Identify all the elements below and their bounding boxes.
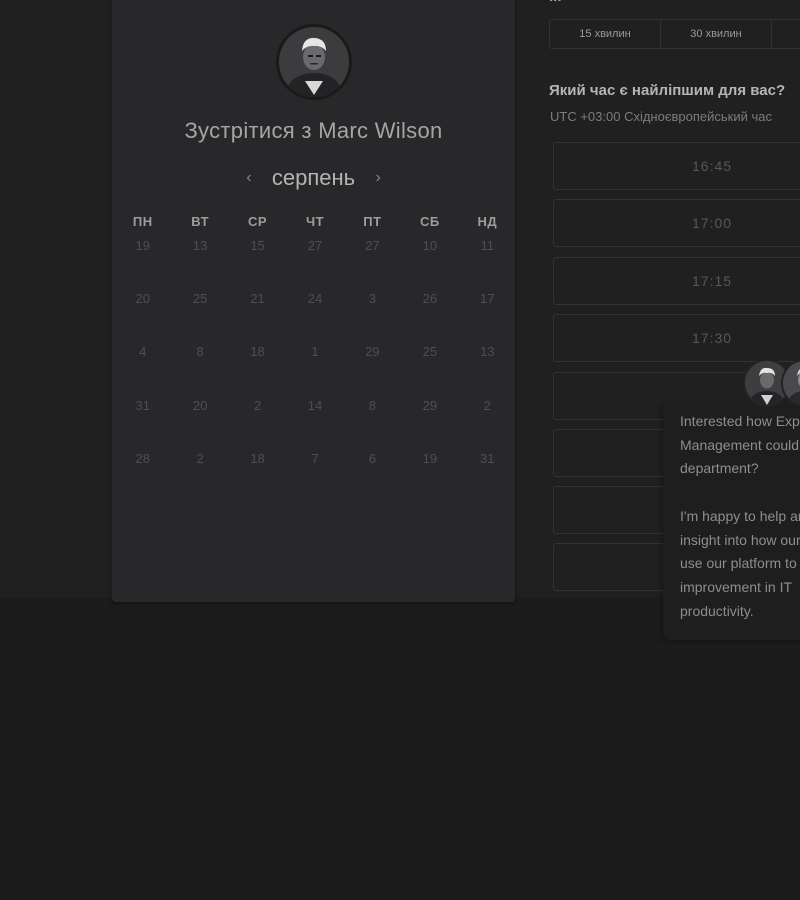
meeting-title: Зустрітися з Marc Wilson [112,118,515,144]
chat-line: department? [680,460,759,477]
calendar-day[interactable]: 6 [344,451,401,466]
timezone-label[interactable]: UTC +03:00 Східноєвропейський час [550,109,772,124]
month-label: серпень [271,165,356,190]
calendar-day[interactable]: 14 [286,398,343,413]
meeting-title-prefix: Зустрітися з [184,118,312,143]
calendar-week: 19 13 15 27 27 10 11 [114,238,516,253]
chevron-right-icon[interactable]: › [373,169,383,187]
chat-line: use our platform to [680,555,797,572]
weekday-label: СР [248,214,268,229]
duration-selector: 15 хвилин 30 хвилин [549,19,800,49]
calendar-week: 4 8 18 1 29 25 13 [114,344,516,359]
calendar-day[interactable]: 27 [286,238,343,253]
calendar-day[interactable]: 1 [286,344,343,359]
calendar-day[interactable]: 13 [459,344,516,359]
chat-line: improvement in IT [680,578,793,595]
calendar-day[interactable]: 27 [344,238,401,253]
calendar-day[interactable]: 24 [286,291,343,306]
calendar-day[interactable]: 2 [459,398,516,413]
calendar-day[interactable]: 4 [114,344,171,359]
calendar-day[interactable]: 2 [229,398,286,413]
duration-option-15[interactable]: 15 хвилин [550,20,661,48]
chat-line: Management could [680,436,800,453]
calendar-week: 20 25 21 24 3 26 17 [114,291,516,306]
time-slot[interactable]: 17:00 [553,199,800,247]
month-navigator: ‹ серпень › [112,164,515,192]
calendar-day[interactable]: 7 [286,451,343,466]
person-photo-icon [783,361,800,405]
chat-line: productivity. [680,602,754,619]
calendar-day[interactable]: 8 [344,398,401,413]
calendar-day[interactable]: 31 [459,451,516,466]
calendar-card: Зустрітися з Marc Wilson ‹ серпень › ПН … [112,0,515,602]
calendar-day[interactable]: 26 [401,291,458,306]
weekday-header: ПН ВТ СР ЧТ ПТ СБ НД [114,214,516,229]
chat-line: I'm happy to help and [680,507,800,524]
cropped-heading: ... [549,0,800,5]
chat-agent-avatars[interactable] [743,359,800,409]
calendar-week: 31 20 2 14 8 29 2 [114,398,516,413]
host-avatar [276,24,352,100]
weekday-label: НД [477,214,498,229]
calendar-day[interactable]: 25 [171,291,228,306]
calendar-day[interactable]: 17 [459,291,516,306]
calendar-day[interactable]: 2 [171,451,228,466]
duration-option-30[interactable]: 30 хвилин [661,20,772,48]
time-slot[interactable]: 17:30 [553,314,800,362]
time-question: Який час є найліпшим для вас? [549,82,786,99]
calendar-day[interactable]: 19 [114,238,171,253]
calendar-day[interactable]: 29 [344,344,401,359]
weekday-label: СБ [419,214,440,229]
calendar-day[interactable]: 29 [401,398,458,413]
calendar-day[interactable]: 3 [344,291,401,306]
calendar-day[interactable]: 8 [171,344,228,359]
calendar-day[interactable]: 21 [229,291,286,306]
booking-page: Зустрітися з Marc Wilson ‹ серпень › ПН … [0,0,800,900]
person-photo-icon [279,27,349,97]
calendar-day[interactable]: 31 [114,398,171,413]
chevron-left-icon[interactable]: ‹ [244,169,254,187]
calendar-day[interactable]: 20 [171,398,228,413]
weekday-label: ВТ [191,214,210,229]
calendar-day[interactable]: 15 [229,238,286,253]
calendar-day[interactable]: 20 [114,291,171,306]
calendar-day[interactable]: 11 [459,238,516,253]
weekday-label: ЧТ [305,214,325,229]
weekday-label: ПН [132,214,153,229]
calendar-day[interactable]: 18 [229,344,286,359]
calendar-day[interactable]: 18 [229,451,286,466]
calendar-day[interactable]: 25 [401,344,458,359]
host-name: Marc Wilson [318,118,443,143]
calendar-day[interactable]: 10 [401,238,458,253]
chat-line: insight into how our [680,531,800,548]
calendar-day[interactable]: 28 [114,451,171,466]
weekday-label: ПТ [363,214,382,229]
time-slot[interactable]: 17:15 [553,257,800,305]
calendar-week: 28 2 18 7 6 19 31 [114,451,516,466]
calendar-day[interactable]: 13 [171,238,228,253]
calendar-day[interactable]: 19 [401,451,458,466]
chat-line: Interested how Expert [680,413,800,429]
chat-message-text: Interested how Expert Management could d… [680,410,800,623]
time-slot[interactable]: 16:45 [553,142,800,190]
duration-option-more[interactable] [772,20,800,48]
